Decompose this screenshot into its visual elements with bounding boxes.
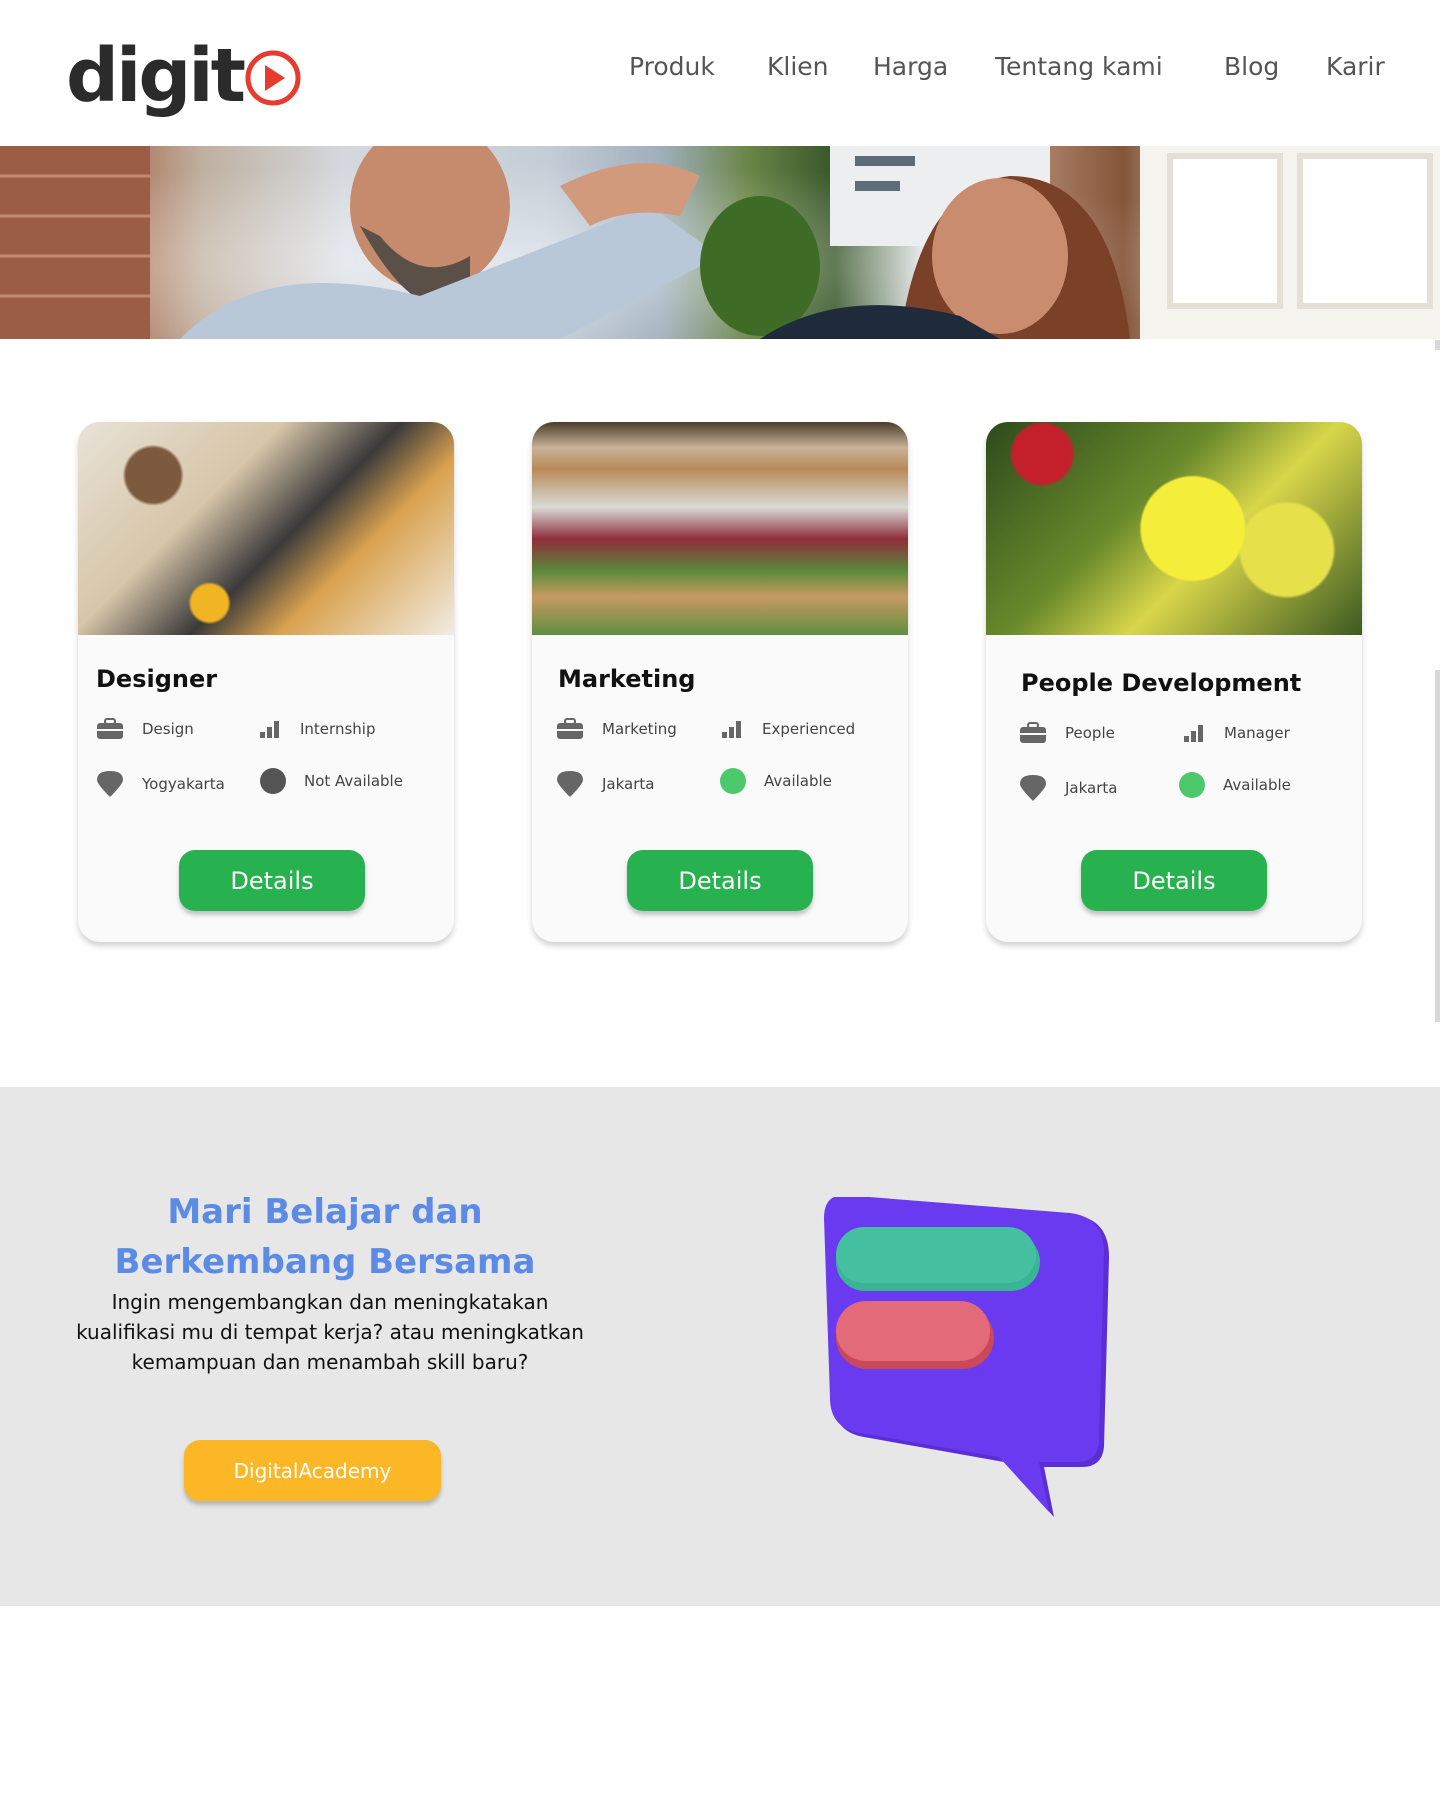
bar-chart-icon: [260, 721, 279, 738]
job-card-image: [986, 422, 1362, 635]
job-location: Jakarta: [556, 770, 654, 798]
job-department: Marketing: [556, 718, 677, 740]
briefcase-icon: [97, 718, 123, 739]
status-dot-icon: [260, 768, 286, 794]
location-pin-icon: [97, 771, 123, 797]
promo-title-line1: Mari Belajar dan: [167, 1192, 483, 1232]
hero-people-illustration: [0, 146, 1440, 339]
nav-harga[interactable]: Harga: [873, 52, 948, 81]
details-button[interactable]: Details: [627, 850, 813, 911]
location-pin-icon: [557, 771, 583, 797]
status-dot-icon: [720, 768, 746, 794]
details-button[interactable]: Details: [179, 850, 365, 911]
chat-bubble-illustration: [824, 1197, 1109, 1517]
briefcase-icon: [1020, 722, 1046, 743]
job-level: Manager: [1182, 724, 1290, 742]
job-card-image: [78, 422, 454, 635]
job-department: People: [1019, 722, 1115, 744]
academy-promo-section: Mari Belajar dan Berkembang Bersama Ingi…: [0, 1087, 1440, 1606]
digital-academy-button[interactable]: DigitalAcademy: [184, 1440, 441, 1501]
promo-title-line2: Berkembang Bersama: [114, 1242, 536, 1282]
details-button[interactable]: Details: [1081, 850, 1267, 911]
job-department: Design: [96, 718, 194, 740]
job-location: Yogyakarta: [96, 770, 225, 798]
nav-blog[interactable]: Blog: [1224, 52, 1279, 81]
bar-chart-icon: [722, 721, 741, 738]
scrollbar-track[interactable]: [1435, 670, 1440, 1022]
status-dot-icon: [1179, 772, 1205, 798]
job-level: Experienced: [720, 720, 855, 738]
job-card: Marketing Marketing Experienced Jakarta …: [532, 422, 908, 942]
hero-banner-image: [0, 146, 1440, 339]
nav-tentang-kami[interactable]: Tentang kami: [995, 52, 1163, 81]
job-title: Designer: [96, 665, 218, 693]
job-status: Available: [1179, 772, 1291, 798]
scrollbar-fragment: [1435, 340, 1440, 350]
job-level: Internship: [258, 720, 375, 738]
promo-description: Ingin mengembangkan dan meningkatakan ku…: [76, 1290, 584, 1374]
job-card: Designer Design Internship Yogyakarta No…: [78, 422, 454, 942]
job-title: People Development: [1021, 669, 1302, 697]
job-card: People Development People Manager Jakart…: [986, 422, 1362, 942]
job-status: Available: [720, 768, 832, 794]
job-card-image: [532, 422, 908, 635]
job-title: Marketing: [558, 665, 696, 693]
briefcase-icon: [557, 718, 583, 739]
bar-chart-icon: [1184, 725, 1203, 742]
site-header: digit Produk Klien Harga Tentang kami Bl…: [0, 0, 1440, 146]
nav-karir[interactable]: Karir: [1326, 52, 1385, 81]
main-nav: Produk Klien Harga Tentang kami Blog Kar…: [0, 52, 1440, 92]
job-location: Jakarta: [1019, 774, 1117, 802]
location-pin-icon: [1020, 775, 1046, 801]
nav-klien[interactable]: Klien: [767, 52, 829, 81]
nav-produk[interactable]: Produk: [629, 52, 715, 81]
job-status: Not Available: [260, 768, 403, 794]
